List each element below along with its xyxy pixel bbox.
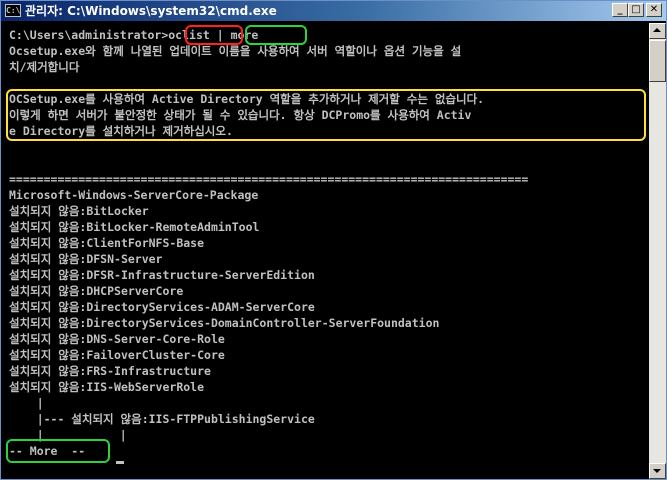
red-highlight-oclist — [185, 25, 243, 45]
green-highlight-more-prompt — [6, 439, 110, 463]
output-line: 치/제거합니다 — [9, 60, 80, 74]
console-output[interactable]: C:\Users\administrator>oclist | more Ocs… — [5, 23, 647, 477]
output-line: Ocsetup.exe와 함께 나열된 업데이트 이름을 사용하여 서버 역할이… — [9, 44, 462, 58]
feature-line: 설치되지 않음:FRS-Infrastructure — [9, 364, 211, 378]
separator-line: ========================================… — [9, 172, 529, 186]
vertical-scrollbar[interactable] — [649, 23, 666, 479]
scroll-thumb[interactable] — [649, 40, 666, 82]
console-app-icon[interactable]: C:\ — [5, 4, 21, 17]
feature-line: 설치되지 않음:DirectoryServices-DomainControll… — [9, 316, 440, 330]
cmd-window: C:\ 관리자: C:\Windows\system32\cmd.exe _ □… — [0, 0, 667, 480]
tree-line: |--- 설치되지 않음:IIS-FTPPublishingService — [9, 412, 315, 426]
maximize-button[interactable]: □ — [628, 3, 644, 17]
text-cursor — [116, 461, 124, 464]
yellow-highlight-warning — [6, 89, 646, 141]
feature-line: 설치되지 않음:DNS-Server-Core-Role — [9, 332, 225, 346]
arrow-down-icon — [653, 469, 661, 473]
green-highlight-more — [245, 25, 307, 45]
scroll-down-button[interactable] — [649, 463, 666, 479]
title-bar[interactable]: C:\ 관리자: C:\Windows\system32\cmd.exe _ □… — [1, 1, 666, 21]
tree-line: | — [9, 396, 44, 410]
prompt-text: C:\Users\administrator> — [9, 28, 169, 42]
feature-line: 설치되지 않음:DFSR-Infrastructure-ServerEditio… — [9, 268, 315, 282]
feature-line: 설치되지 않음:DFSN-Server — [9, 252, 163, 266]
output-line: Microsoft-Windows-ServerCore-Package — [9, 188, 259, 202]
feature-line: 설치되지 않음:DirectoryServices-ADAM-ServerCor… — [9, 300, 315, 314]
feature-line: 설치되지 않음:BitLocker-RemoteAdminTool — [9, 220, 260, 234]
feature-line: 설치되지 않음:ClientForNFS-Base — [9, 236, 205, 250]
close-button[interactable]: ✕ — [646, 3, 662, 17]
feature-line: 설치되지 않음:FailoverCluster-Core — [9, 348, 225, 362]
minimize-button[interactable]: _ — [612, 3, 628, 17]
feature-line: 설치되지 않음:DHCPServerCore — [9, 284, 184, 298]
scroll-up-button[interactable] — [649, 23, 666, 39]
feature-line: 설치되지 않음:IIS-WebServerRole — [9, 380, 205, 394]
window-title: 관리자: C:\Windows\system32\cmd.exe — [25, 4, 277, 18]
arrow-up-icon — [653, 28, 661, 32]
feature-line: 설치되지 않음:BitLocker — [9, 204, 149, 218]
